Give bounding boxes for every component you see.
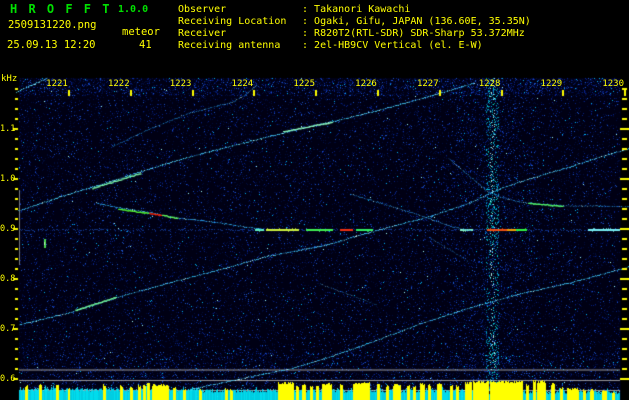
echo-count: 41 [139, 39, 152, 51]
frequency-tick-label: 0.6 [0, 374, 16, 384]
time-tick-label: 1225 [293, 79, 316, 89]
station-info-value: Takanori Kawachi [314, 4, 411, 15]
station-info-separator: : [302, 28, 315, 39]
station-info-block: Observer: Takanori Kawachi Receiving Loca… [178, 5, 531, 53]
time-tick-label: 1224 [231, 79, 254, 89]
app-version: 1.0.0 [118, 4, 149, 15]
station-info-value: Ogaki, Gifu, JAPAN (136.60E, 35.35N) [314, 16, 531, 27]
hrofft-screen: H R O F F T 1.0.0 2509131220.png meteor … [0, 0, 629, 400]
station-info-label: Receiving antenna [178, 40, 281, 51]
frequency-unit-label: kHz [1, 74, 18, 84]
time-tick-label: 1221 [46, 79, 68, 89]
station-info-label: Observer [178, 4, 227, 15]
frequency-tick-label: 1.0 [0, 174, 16, 184]
time-tick-label: 1222 [107, 79, 130, 89]
spectrogram-canvas [0, 0, 629, 400]
frequency-tick-label: 0.8 [0, 274, 16, 284]
observation-datetime: 25.09.13 12:20 [7, 39, 96, 51]
station-info-separator: : [302, 40, 315, 51]
station-info-separator: : [302, 16, 315, 27]
frequency-tick-label: 1.1 [0, 124, 16, 134]
station-info-value: 2el-HB9CV Vertical (el. E-W) [314, 40, 483, 51]
station-info-label: Receiver [178, 28, 227, 39]
app-title: H R O F F T [10, 2, 112, 16]
time-tick-label: 1228 [478, 79, 501, 89]
station-info-separator: : [302, 4, 315, 15]
time-tick-label: 1227 [416, 79, 439, 89]
observation-mode: meteor [122, 26, 160, 38]
frequency-tick-label: 0.7 [0, 324, 16, 334]
output-filename: 2509131220.png [8, 19, 97, 31]
station-info-value: R820T2(RTL-SDR) SDR-Sharp 53.372MHz [314, 28, 525, 39]
frequency-tick-label: 0.9 [0, 224, 16, 234]
time-tick-label: 1230 [602, 79, 625, 89]
time-tick-label: 1229 [540, 79, 563, 89]
station-info-row: Receiving antenna: 2el-HB9CV Vertical (e… [178, 41, 531, 53]
time-tick-label: 1223 [169, 79, 192, 89]
station-info-label: Receiving Location [178, 16, 287, 27]
time-tick-label: 1226 [355, 79, 377, 89]
